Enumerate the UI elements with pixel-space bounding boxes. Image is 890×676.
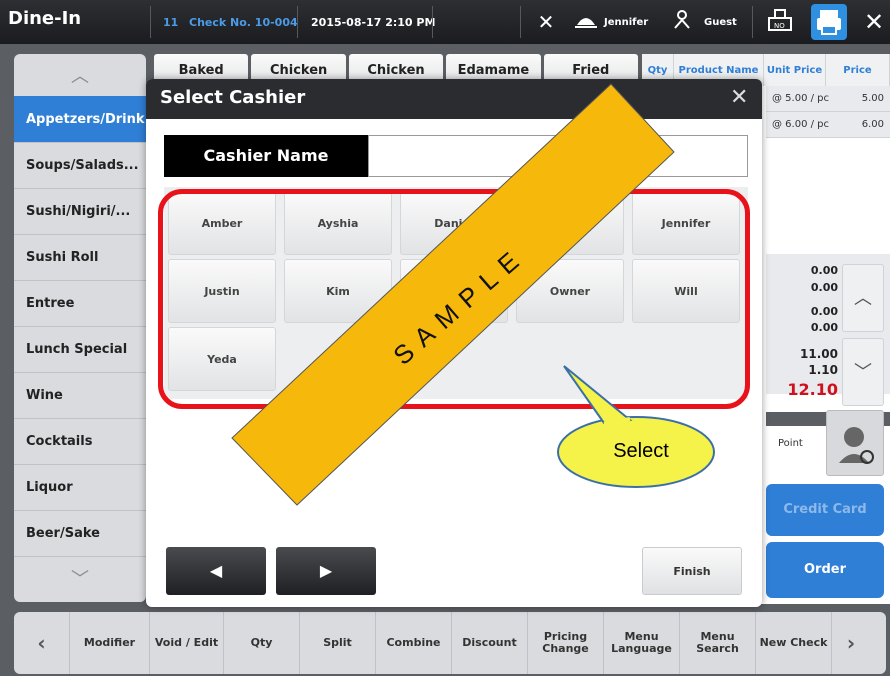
select-callout-pointer <box>563 365 633 425</box>
select-callout-text: Select <box>613 440 669 462</box>
